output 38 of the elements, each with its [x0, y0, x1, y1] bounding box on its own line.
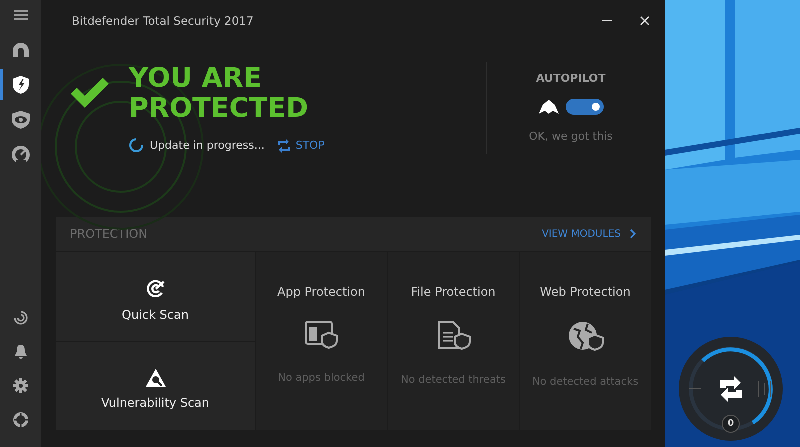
quick-scan-button[interactable]: Quick Scan [56, 252, 255, 340]
module-title: File Protection [411, 285, 496, 299]
target-icon [146, 278, 166, 299]
close-icon[interactable] [639, 15, 651, 27]
spinner-icon [129, 138, 144, 153]
triangle-magnifier-icon [146, 369, 166, 388]
sync-icon [718, 376, 744, 402]
eye-shield-icon[interactable] [10, 110, 30, 130]
bell-icon[interactable] [14, 344, 28, 360]
module-status: No detected threats [400, 374, 506, 386]
globe-shield-icon [568, 321, 604, 353]
settings-icon[interactable] [12, 378, 28, 394]
module-title: App Protection [278, 285, 366, 299]
autopilot-caption: OK, we got this [529, 130, 613, 143]
lifebuoy-icon[interactable] [12, 412, 28, 428]
window-title: Bitdefender Total Security 2017 [72, 14, 254, 28]
count-badge: 0 [722, 415, 740, 433]
gauge-icon[interactable] [10, 144, 30, 164]
panel-title: PROTECTION [70, 227, 148, 241]
app-window-shield-icon [304, 321, 338, 349]
vulnerability-scan-button[interactable]: Vulnerability Scan [56, 342, 255, 430]
module-status: No apps blocked [278, 372, 365, 384]
module-status: No detected attacks [532, 376, 639, 388]
menu-icon[interactable] [14, 10, 28, 20]
checkmark-icon [69, 76, 111, 110]
sync-icon [276, 138, 291, 152]
view-modules-link[interactable]: VIEW MODULES [542, 228, 637, 240]
status-heading: YOU ARE PROTECTED [129, 64, 310, 124]
update-status: Update in progress... [150, 139, 265, 152]
shield-icon[interactable] [12, 74, 30, 94]
chevron-icon [630, 229, 637, 239]
autopilot-icon [538, 100, 558, 114]
spiral-icon[interactable] [12, 310, 28, 326]
stop-button[interactable]: STOP [276, 138, 325, 152]
autopilot-toggle[interactable] [566, 99, 604, 115]
module-title: Web Protection [540, 285, 631, 299]
document-shield-icon [436, 321, 470, 351]
autopilot-label: AUTOPILOT [536, 72, 606, 85]
